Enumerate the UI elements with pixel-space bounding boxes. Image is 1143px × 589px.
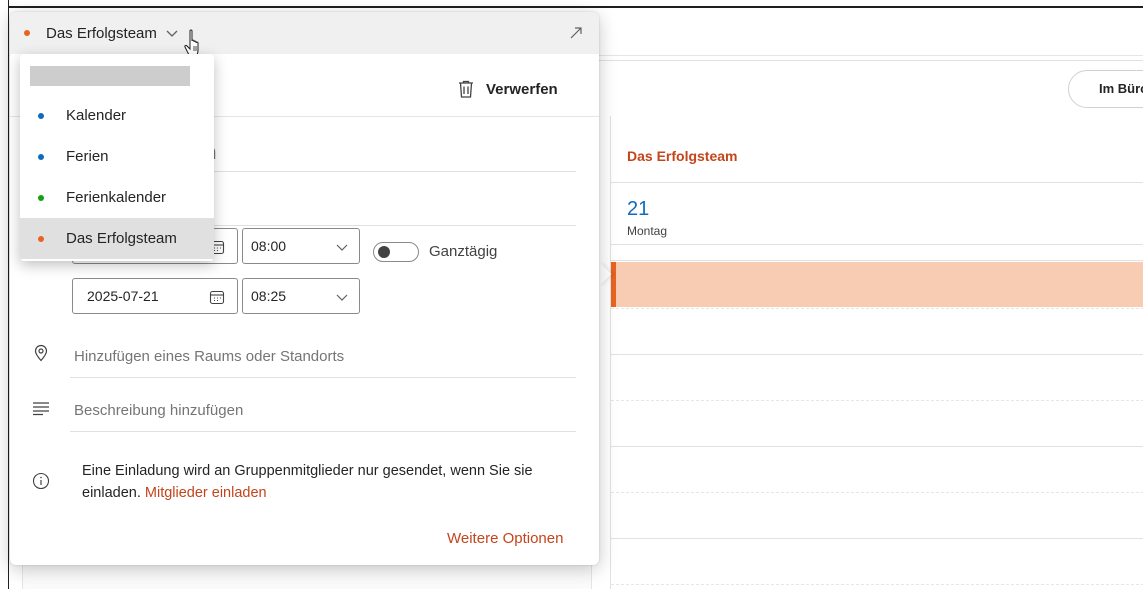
- trash-icon: [459, 80, 473, 98]
- end-date-picker[interactable]: 2025-07-21: [72, 278, 238, 314]
- redacted-account-label: [30, 66, 190, 86]
- start-time-select[interactable]: 08:00: [242, 228, 360, 264]
- calendar-dropdown-menu: Kalender Ferien Ferienkalender Das Erfol…: [20, 54, 214, 261]
- calendar-color-dot: [38, 235, 44, 242]
- end-date-value: 2025-07-21: [87, 288, 159, 304]
- calendar-icon: [209, 290, 225, 305]
- hour-line: [611, 354, 1143, 355]
- calendar-group-title: Das Erfolgsteam: [627, 148, 738, 164]
- allday-toggle[interactable]: [373, 242, 419, 262]
- calendar-selector-label: Das Erfolgsteam: [46, 24, 157, 42]
- group-invite-notice: Eine Einladung wird an Gruppenmitglieder…: [82, 460, 572, 504]
- description-input[interactable]: [70, 390, 576, 432]
- text-lines-icon: [33, 402, 49, 416]
- expand-icon[interactable]: [568, 25, 584, 41]
- hour-line: [611, 538, 1143, 539]
- calendar-color-dot: [38, 153, 44, 160]
- toolbar-divider: [598, 60, 1143, 61]
- end-time-value: 08:25: [251, 288, 287, 304]
- calendar-color-dot: [38, 194, 44, 201]
- chevron-down-icon: [166, 30, 178, 37]
- calendar-color-dot: [24, 30, 30, 36]
- allday-label: Ganztägig: [429, 243, 498, 260]
- draft-event-block[interactable]: [611, 262, 1143, 307]
- half-hour-line: [611, 584, 1143, 585]
- dropdown-item-label: Kalender: [66, 107, 127, 124]
- chevron-down-icon: [336, 244, 348, 251]
- day-header-divider: [611, 244, 1143, 245]
- dropdown-item-das-erfolgsteam[interactable]: Das Erfolgsteam: [20, 218, 214, 259]
- dropdown-item-ferien[interactable]: Ferien: [20, 136, 214, 177]
- half-hour-line: [611, 492, 1143, 493]
- calendar-day-view: Das Erfolgsteam 21 Montag: [610, 116, 1143, 589]
- half-hour-line: [611, 308, 1143, 309]
- window-border-left: [8, 0, 9, 589]
- end-time-select[interactable]: 08:25: [242, 278, 360, 314]
- half-hour-line: [611, 400, 1143, 401]
- toggle-knob: [378, 246, 390, 258]
- dropdown-item-ferienkalender[interactable]: Ferienkalender: [20, 177, 214, 218]
- dropdown-item-label: Das Erfolgsteam: [66, 230, 177, 247]
- dropdown-item-label: Ferienkalender: [66, 189, 167, 206]
- allday-divider: [611, 260, 1143, 261]
- calendar-color-dot: [38, 112, 44, 119]
- status-button[interactable]: Im Büro: [1068, 70, 1143, 108]
- day-name: Montag: [627, 224, 668, 238]
- chevron-down-icon: [336, 294, 348, 301]
- start-time-value: 08:00: [251, 238, 287, 254]
- panel-header: Das Erfolgsteam: [10, 12, 599, 54]
- calendar-header-divider: [611, 182, 1143, 183]
- info-icon: [32, 472, 50, 490]
- hour-line: [611, 446, 1143, 447]
- discard-button[interactable]: Verwerfen: [456, 76, 558, 102]
- discard-label: Verwerfen: [486, 80, 558, 98]
- dropdown-item-label: Ferien: [66, 148, 109, 165]
- more-options-link[interactable]: Weitere Optionen: [447, 530, 563, 547]
- dropdown-item-kalender[interactable]: Kalender: [20, 95, 214, 136]
- calendar-selector[interactable]: Das Erfolgsteam: [24, 22, 179, 44]
- outlook-calendar-window: Im Büro Das Erfolgsteam 21 Montag Das Er…: [0, 0, 1143, 589]
- location-pin-icon: [34, 344, 48, 362]
- invite-members-link[interactable]: Mitglieder einladen: [145, 485, 267, 501]
- location-input[interactable]: [70, 336, 576, 378]
- day-number[interactable]: 21: [627, 198, 649, 221]
